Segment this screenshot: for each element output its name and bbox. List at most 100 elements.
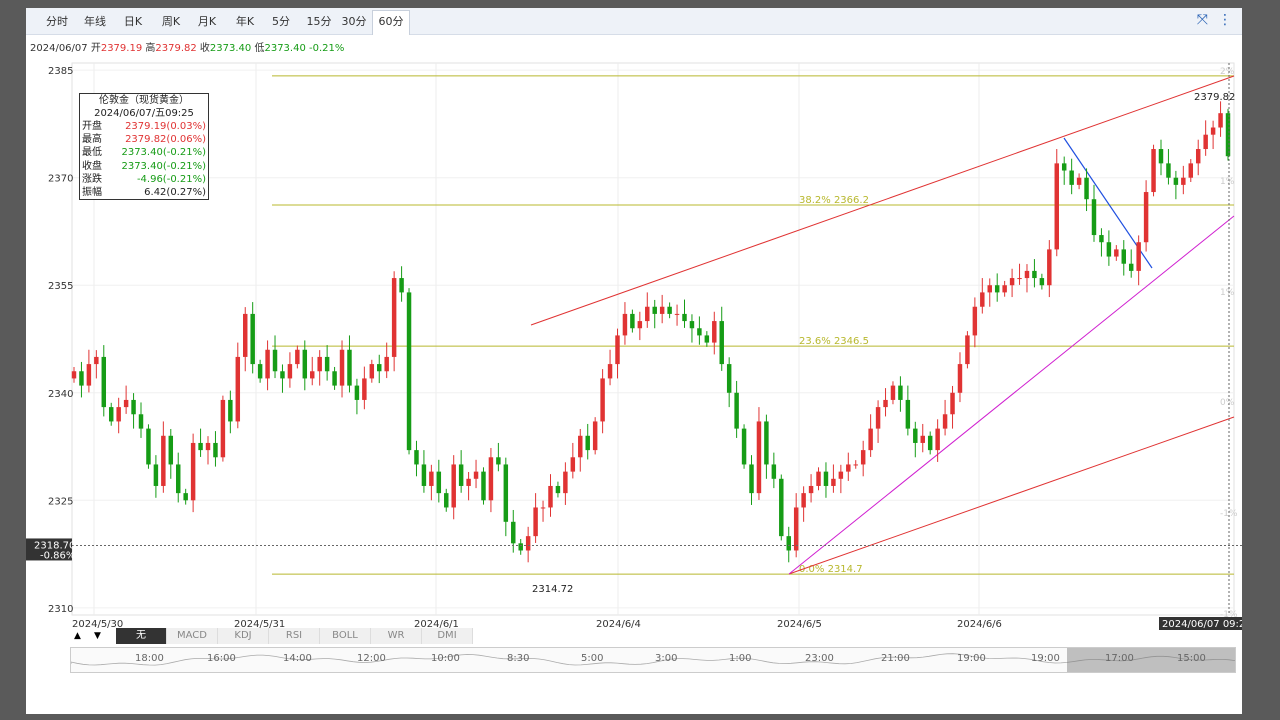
candle-body [682, 313, 687, 322]
candle-body [213, 442, 218, 458]
navigator-selection[interactable] [1067, 648, 1235, 672]
candle-body [771, 464, 777, 479]
candle-body [339, 349, 345, 386]
candle-body [1032, 270, 1037, 279]
candle-body [451, 464, 456, 508]
candle-body [905, 399, 911, 429]
candle-body [79, 371, 84, 386]
y-tick-label: 2310 [48, 604, 73, 615]
x-tick-label: 2024/6/6 [957, 619, 1002, 630]
candle-body [1188, 163, 1194, 178]
candle-body [1128, 263, 1134, 271]
candle-body [957, 364, 963, 393]
candle-body [280, 371, 285, 379]
candle-body [689, 321, 695, 329]
pct-tick-label: 1% [1220, 288, 1235, 298]
tooltip-row-value: 2373.40(-0.21%) [121, 160, 206, 172]
candle-body [1054, 163, 1059, 250]
candle-body [1106, 242, 1112, 257]
candle-body [1114, 249, 1119, 257]
candle-body [503, 464, 509, 522]
tooltip-row: 振幅 6.42(0.27%) [80, 186, 208, 199]
candle-body [779, 478, 784, 537]
candle-body [1039, 278, 1045, 286]
candle-body [473, 471, 479, 479]
indicator-3[interactable]: RSI [269, 628, 320, 644]
candle-body [116, 407, 121, 422]
candle-body [1002, 285, 1007, 293]
pct-tick-label: 1% [1220, 177, 1235, 187]
candle-body [667, 306, 672, 314]
navigator-label: 21:00 [881, 653, 910, 664]
indicator-1[interactable]: MACD [167, 628, 218, 644]
candle-body [421, 464, 427, 486]
tooltip-row-value: -4.96(-0.21%) [136, 173, 206, 185]
candle-body [741, 428, 747, 465]
candle-body [823, 471, 829, 486]
indicator-6[interactable]: DMI [422, 628, 473, 644]
navigator-label: 14:00 [283, 653, 312, 664]
candle-body [749, 464, 754, 494]
indicator-0[interactable]: 无 [116, 628, 167, 644]
candle-body [205, 442, 211, 451]
candle-body [1099, 235, 1104, 243]
indicator-2[interactable]: KDJ [218, 628, 269, 644]
candle-body [1024, 270, 1030, 279]
candle-body [444, 493, 449, 508]
candle-body [898, 385, 903, 400]
candle-body [161, 435, 166, 486]
y-tick-label: 2325 [48, 496, 73, 507]
candle-body [131, 399, 136, 415]
navigator-label: 1:00 [729, 653, 752, 664]
candle-body [764, 421, 769, 465]
fib-label: 0.0% 2314.7 [799, 564, 863, 575]
candle-body [1047, 249, 1052, 286]
indicator-5[interactable]: WR [371, 628, 422, 644]
candle-body [1143, 192, 1149, 243]
candle-body [756, 421, 762, 494]
navigator-label: 15:00 [1177, 653, 1206, 664]
candle-body [630, 313, 635, 329]
candle-body [198, 442, 203, 451]
candle-body [853, 464, 858, 466]
candle-body [942, 414, 948, 429]
ohlc-tooltip: 伦敦金（现货黄金） 2024/06/07/五09:25 开盘 2379.19(0.… [79, 93, 209, 201]
candle-body [540, 507, 546, 509]
tooltip-row-label: 振幅 [82, 187, 102, 199]
candle-body [377, 364, 382, 372]
tooltip-row: 涨跌 -4.96(-0.21%) [80, 173, 208, 186]
candle-body [935, 428, 940, 451]
candle-body [287, 364, 293, 379]
tooltip-row-label: 最高 [82, 134, 102, 146]
candle-body [980, 292, 985, 307]
candle-body [920, 435, 925, 443]
candle-body [228, 399, 233, 422]
candle-body [1210, 127, 1216, 135]
tooltip-row: 收盘 2373.40(-0.21%) [80, 160, 208, 173]
time-navigator[interactable]: 18:00 16:00 14:00 12:00 10:00 8:30 5:00 3:00 1:0… [70, 647, 1236, 673]
candle-body [972, 306, 978, 336]
tooltip-datetime: 2024/06/07/五09:25 [94, 108, 194, 119]
candle-body [637, 321, 643, 329]
pct-tick-label: 0% [1220, 398, 1235, 408]
candle-body [1076, 177, 1082, 185]
crosshair-pct: -0.86% [40, 550, 75, 561]
arrow-down-icon[interactable]: ▼ [94, 628, 101, 644]
candle-body [354, 385, 360, 400]
candle-body [607, 364, 613, 379]
candle-body [987, 285, 992, 293]
candle-body [831, 478, 836, 486]
tooltip-row: 开盘 2379.19(0.03%) [80, 120, 208, 133]
arrow-up-icon[interactable]: ▲ [74, 628, 81, 644]
trend-line-support [788, 215, 1235, 575]
candle-body [1225, 113, 1231, 157]
tooltip-row-value: 2373.40(-0.21%) [121, 147, 206, 159]
candle-body [458, 464, 464, 486]
candle-body [1158, 149, 1164, 164]
low-label: 2314.72 [532, 584, 573, 595]
indicator-4[interactable]: BOLL [320, 628, 371, 644]
candle-body [123, 399, 129, 408]
candle-body [250, 313, 255, 365]
candle-body [555, 485, 561, 494]
candle-body [332, 371, 337, 386]
